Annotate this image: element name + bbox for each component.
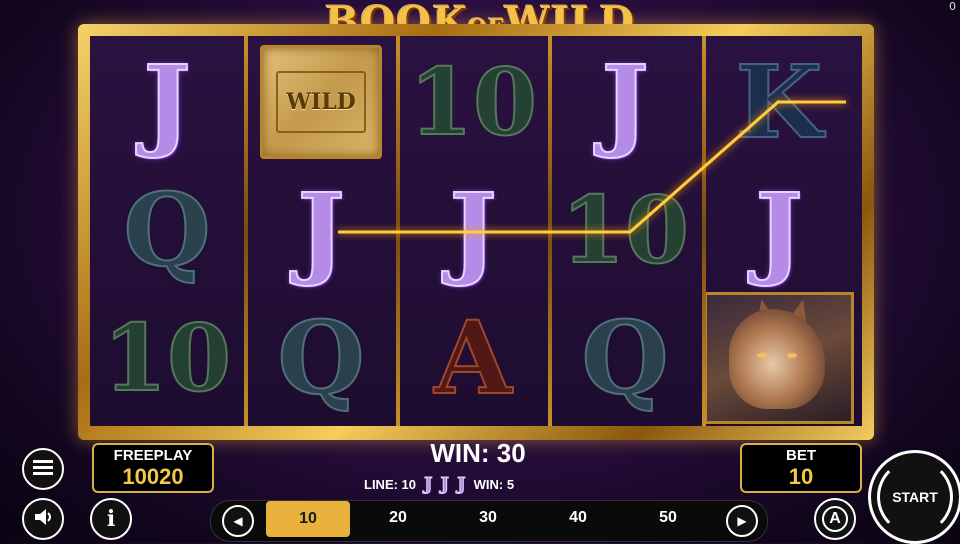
reel-symbol-j: J: [246, 166, 396, 294]
reel-symbol-10: 10: [550, 166, 700, 294]
reel-symbol-wild-book: WILD: [246, 38, 396, 166]
symbol-glyph: Q: [122, 171, 211, 289]
autoplay-button[interactable]: A: [814, 498, 856, 540]
symbol-glyph: J: [754, 171, 803, 289]
reel-symbol-j: J: [398, 166, 548, 294]
reel-separator: [396, 36, 400, 426]
bet-option-50[interactable]: 50: [626, 500, 710, 536]
symbol-glyph: J: [448, 171, 497, 289]
sound-button[interactable]: [22, 498, 64, 540]
freeplay-balance: 10020: [122, 464, 184, 489]
bet-value: 10: [788, 464, 814, 489]
wolf-icon: [704, 292, 854, 424]
win-symbol-j: J: [457, 473, 466, 495]
bet-label: BET: [786, 447, 816, 464]
symbol-glyph: Q: [276, 299, 365, 417]
symbol-glyph: J: [142, 43, 191, 161]
symbol-glyph: J: [600, 43, 649, 161]
win-line-amount: WIN: 5: [473, 476, 515, 492]
freeplay-label: FREEPLAY: [113, 447, 193, 464]
reel-symbol-a: A: [398, 294, 548, 422]
win-symbol-j: J: [440, 473, 450, 495]
reel-separator: [702, 36, 706, 426]
start-button[interactable]: START: [868, 450, 960, 544]
win-symbol-j: J: [424, 473, 433, 495]
arrow-left-icon: ◀: [233, 514, 243, 528]
wild-label: WILD: [276, 71, 366, 133]
reel-symbol-k: K: [704, 38, 854, 166]
autoplay-icon: A: [822, 506, 848, 532]
symbol-glyph: J: [296, 171, 345, 289]
bet-panel: BET 10: [740, 443, 862, 493]
corner-counter: 0: [949, 0, 956, 13]
symbol-glyph: 10: [408, 48, 538, 156]
reel-symbol-j: J: [550, 38, 700, 166]
bet-option-30[interactable]: 30: [446, 500, 530, 536]
reel-symbol-q: Q: [550, 294, 700, 422]
symbol-glyph: A: [433, 299, 513, 417]
win-line-number: LINE: 10: [364, 476, 417, 492]
bet-next-button[interactable]: ▶: [726, 505, 758, 537]
symbol-glyph: 10: [102, 304, 232, 412]
win-total: WIN: 30: [430, 438, 526, 468]
reel-separator: [548, 36, 552, 426]
reel-separator: [244, 36, 248, 426]
info-button[interactable]: i: [90, 498, 132, 540]
speaker-icon: [33, 508, 53, 531]
reel-symbol-q: Q: [92, 166, 242, 294]
spin-icon: [877, 459, 953, 535]
symbol-glyph: K: [735, 43, 824, 161]
reel-symbol-j: J: [704, 166, 854, 294]
bet-prev-button[interactable]: ◀: [222, 505, 254, 537]
reel-symbol-j: J: [92, 38, 242, 166]
arrow-right-icon: ▶: [737, 514, 747, 528]
bet-option-10[interactable]: 10: [266, 501, 350, 537]
reel-symbol-wolf: [704, 292, 854, 424]
bet-option-20[interactable]: 20: [356, 500, 440, 536]
freeplay-panel: FREEPLAY 10020: [92, 443, 214, 493]
reel-symbol-10: 10: [398, 38, 548, 166]
symbol-glyph: Q: [580, 299, 669, 417]
win-line-info: LINE: 10 J J J WIN: 5: [364, 473, 604, 495]
info-icon: i: [106, 506, 116, 532]
book-icon: WILD: [260, 45, 382, 159]
reel-symbol-q: Q: [246, 294, 396, 422]
hamburger-menu-icon: [33, 459, 53, 480]
symbol-glyph: 10: [560, 176, 690, 284]
reel-symbol-10: 10: [92, 294, 242, 422]
menu-button[interactable]: [22, 448, 64, 490]
bet-option-40[interactable]: 40: [536, 500, 620, 536]
